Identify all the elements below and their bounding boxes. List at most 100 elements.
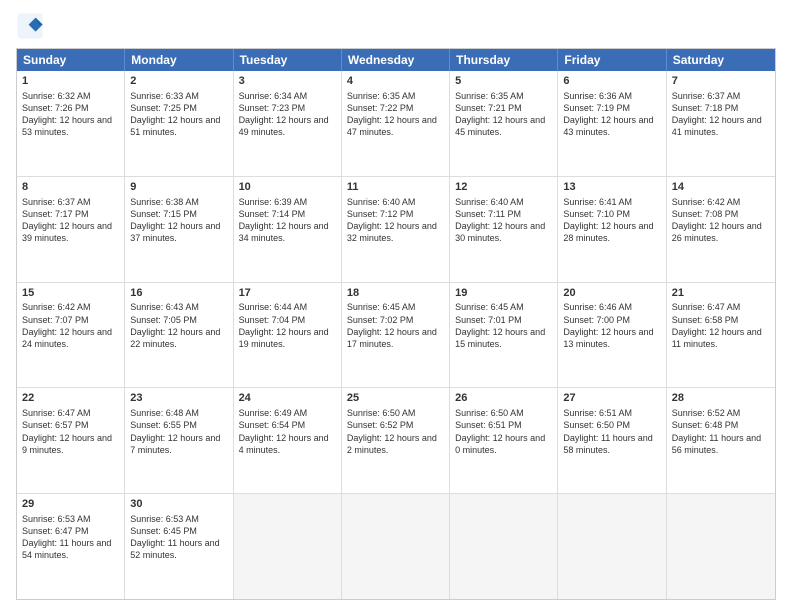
sunrise: Sunrise: 6:37 AM bbox=[672, 91, 741, 101]
sunrise: Sunrise: 6:42 AM bbox=[22, 302, 91, 312]
sunset: Sunset: 7:23 PM bbox=[239, 103, 306, 113]
calendar-cell: 5Sunrise: 6:35 AMSunset: 7:21 PMDaylight… bbox=[450, 71, 558, 176]
sunrise: Sunrise: 6:50 AM bbox=[455, 408, 524, 418]
calendar-cell: 6Sunrise: 6:36 AMSunset: 7:19 PMDaylight… bbox=[558, 71, 666, 176]
calendar: SundayMondayTuesdayWednesdayThursdayFrid… bbox=[16, 48, 776, 600]
sunrise: Sunrise: 6:47 AM bbox=[22, 408, 91, 418]
calendar-cell: 25Sunrise: 6:50 AMSunset: 6:52 PMDayligh… bbox=[342, 388, 450, 493]
calendar-header-cell: Wednesday bbox=[342, 49, 450, 71]
sunset: Sunset: 6:51 PM bbox=[455, 420, 522, 430]
logo-icon bbox=[16, 12, 44, 40]
sunset: Sunset: 7:00 PM bbox=[563, 315, 630, 325]
daylight: Daylight: 12 hours and 43 minutes. bbox=[563, 115, 653, 137]
sunrise: Sunrise: 6:45 AM bbox=[455, 302, 524, 312]
daylight: Daylight: 11 hours and 58 minutes. bbox=[563, 433, 652, 455]
day-number: 4 bbox=[347, 74, 444, 89]
sunrise: Sunrise: 6:35 AM bbox=[347, 91, 416, 101]
day-number: 13 bbox=[563, 180, 660, 195]
calendar-cell: 1Sunrise: 6:32 AMSunset: 7:26 PMDaylight… bbox=[17, 71, 125, 176]
calendar-cell: 13 Sunrise: 6:41 AM Sunset: 7:10 PM Dayligh… bbox=[558, 177, 666, 282]
sunrise: Sunrise: 6:40 AM bbox=[455, 197, 524, 207]
daylight: Daylight: 12 hours and 32 minutes. bbox=[347, 221, 437, 243]
day-number: 26 bbox=[455, 391, 552, 406]
day-number: 25 bbox=[347, 391, 444, 406]
calendar-cell bbox=[450, 494, 558, 599]
sunrise: Sunrise: 6:49 AM bbox=[239, 408, 308, 418]
sunrise: Sunrise: 6:33 AM bbox=[130, 91, 199, 101]
sunrise: Sunrise: 6:53 AM bbox=[22, 514, 91, 524]
calendar-cell: 11Sunrise: 6:40 AMSunset: 7:12 PMDayligh… bbox=[342, 177, 450, 282]
sunset: Sunset: 6:55 PM bbox=[130, 420, 197, 430]
calendar-cell: 10Sunrise: 6:39 AMSunset: 7:14 PMDayligh… bbox=[234, 177, 342, 282]
sunrise: Sunrise: 6:48 AM bbox=[130, 408, 199, 418]
daylight: Daylight: 12 hours and 37 minutes. bbox=[130, 221, 220, 243]
sunset: Sunset: 7:05 PM bbox=[130, 315, 197, 325]
sunrise: Sunrise: 6:50 AM bbox=[347, 408, 416, 418]
header bbox=[16, 12, 776, 40]
daylight: Daylight: 12 hours and 13 minutes. bbox=[563, 327, 653, 349]
calendar-cell: 26Sunrise: 6:50 AMSunset: 6:51 PMDayligh… bbox=[450, 388, 558, 493]
calendar-header: SundayMondayTuesdayWednesdayThursdayFrid… bbox=[17, 49, 775, 71]
day-number: 21 bbox=[672, 286, 770, 301]
calendar-cell: 7Sunrise: 6:37 AMSunset: 7:18 PMDaylight… bbox=[667, 71, 775, 176]
calendar-cell: 29Sunrise: 6:53 AMSunset: 6:47 PMDayligh… bbox=[17, 494, 125, 599]
calendar-header-cell: Friday bbox=[558, 49, 666, 71]
day-number: 18 bbox=[347, 286, 444, 301]
calendar-cell: 23 Sunrise: 6:48 AM Sunset: 6:55 PM Dayligh… bbox=[125, 388, 233, 493]
calendar-cell: 27 Sunrise: 6:51 AM Sunset: 6:50 PM Dayligh… bbox=[558, 388, 666, 493]
sunrise: Sunrise: 6:52 AM bbox=[672, 408, 741, 418]
calendar-header-cell: Monday bbox=[125, 49, 233, 71]
calendar-cell: 4Sunrise: 6:35 AMSunset: 7:22 PMDaylight… bbox=[342, 71, 450, 176]
sunrise: Sunrise: 6:36 AM bbox=[563, 91, 632, 101]
day-number: 16 bbox=[130, 286, 227, 301]
sunset: Sunset: 6:50 PM bbox=[563, 420, 630, 430]
sunrise: Sunrise: 6:47 AM bbox=[672, 302, 741, 312]
calendar-cell: 22Sunrise: 6:47 AMSunset: 6:57 PMDayligh… bbox=[17, 388, 125, 493]
calendar-cell: 14Sunrise: 6:42 AMSunset: 7:08 PMDayligh… bbox=[667, 177, 775, 282]
day-number: 23 bbox=[130, 391, 227, 406]
sunset: Sunset: 7:10 PM bbox=[563, 209, 630, 219]
sunrise: Sunrise: 6:41 AM bbox=[563, 197, 632, 207]
calendar-cell: 16Sunrise: 6:43 AMSunset: 7:05 PMDayligh… bbox=[125, 283, 233, 388]
day-number: 9 bbox=[130, 180, 227, 195]
daylight: Daylight: 12 hours and 39 minutes. bbox=[22, 221, 112, 243]
day-number: 15 bbox=[22, 286, 119, 301]
daylight: Daylight: 12 hours and 24 minutes. bbox=[22, 327, 112, 349]
daylight: Daylight: 12 hours and 47 minutes. bbox=[347, 115, 437, 137]
calendar-cell: 19Sunrise: 6:45 AMSunset: 7:01 PMDayligh… bbox=[450, 283, 558, 388]
sunset: Sunset: 6:47 PM bbox=[22, 526, 89, 536]
calendar-header-cell: Thursday bbox=[450, 49, 558, 71]
calendar-cell bbox=[342, 494, 450, 599]
day-number: 27 bbox=[563, 391, 660, 406]
sunrise: Sunrise: 6:38 AM bbox=[130, 197, 199, 207]
daylight: Daylight: 12 hours and 28 minutes. bbox=[563, 221, 653, 243]
sunrise: Sunrise: 6:39 AM bbox=[239, 197, 308, 207]
sunrise: Sunrise: 6:53 AM bbox=[130, 514, 199, 524]
sunrise: Sunrise: 6:44 AM bbox=[239, 302, 308, 312]
day-number: 11 bbox=[347, 180, 444, 195]
daylight: Daylight: 12 hours and 2 minutes. bbox=[347, 433, 437, 455]
sunset: Sunset: 7:18 PM bbox=[672, 103, 739, 113]
sunrise: Sunrise: 6:51 AM bbox=[563, 408, 632, 418]
calendar-week: 8Sunrise: 6:37 AMSunset: 7:17 PMDaylight… bbox=[17, 177, 775, 283]
day-number: 19 bbox=[455, 286, 552, 301]
sunrise: Sunrise: 6:46 AM bbox=[563, 302, 632, 312]
day-number: 7 bbox=[672, 74, 770, 89]
calendar-header-cell: Sunday bbox=[17, 49, 125, 71]
sunset: Sunset: 7:15 PM bbox=[130, 209, 197, 219]
calendar-week: 15Sunrise: 6:42 AMSunset: 7:07 PMDayligh… bbox=[17, 283, 775, 389]
sunrise: Sunrise: 6:40 AM bbox=[347, 197, 416, 207]
daylight: Daylight: 12 hours and 17 minutes. bbox=[347, 327, 437, 349]
day-number: 17 bbox=[239, 286, 336, 301]
calendar-cell: 3Sunrise: 6:34 AMSunset: 7:23 PMDaylight… bbox=[234, 71, 342, 176]
day-number: 5 bbox=[455, 74, 552, 89]
calendar-header-cell: Tuesday bbox=[234, 49, 342, 71]
daylight: Daylight: 12 hours and 15 minutes. bbox=[455, 327, 545, 349]
calendar-cell: 21Sunrise: 6:47 AMSunset: 6:58 PMDayligh… bbox=[667, 283, 775, 388]
calendar-cell: 30Sunrise: 6:53 AMSunset: 6:45 PMDayligh… bbox=[125, 494, 233, 599]
daylight: Daylight: 12 hours and 7 minutes. bbox=[130, 433, 220, 455]
page: SundayMondayTuesdayWednesdayThursdayFrid… bbox=[0, 0, 792, 612]
sunrise: Sunrise: 6:42 AM bbox=[672, 197, 741, 207]
calendar-cell: 20Sunrise: 6:46 AMSunset: 7:00 PMDayligh… bbox=[558, 283, 666, 388]
sunset: Sunset: 6:45 PM bbox=[130, 526, 197, 536]
